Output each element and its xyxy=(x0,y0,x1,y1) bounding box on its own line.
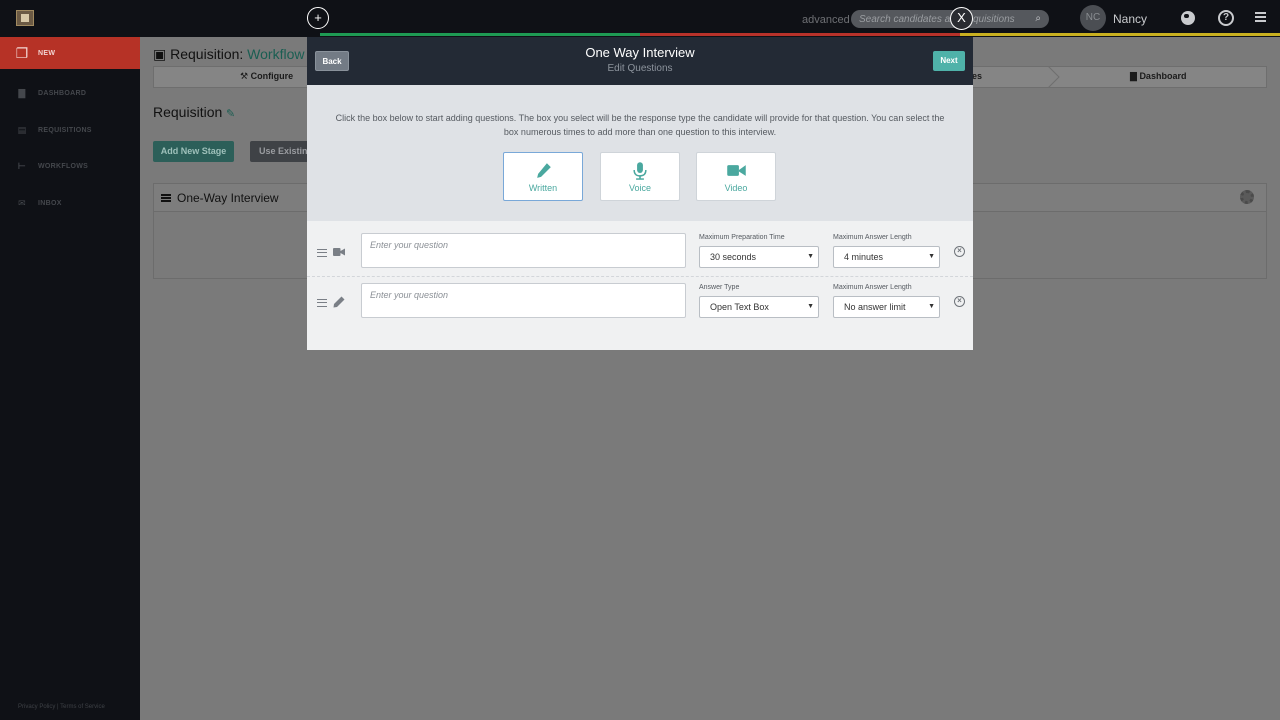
next-button[interactable]: Next xyxy=(933,51,965,71)
sidebar-item-label: WORKFLOWS xyxy=(38,162,89,170)
step-partial[interactable]: es xyxy=(972,71,982,81)
sidebar-item-label: NEW xyxy=(38,49,56,57)
sidebar-item-inbox[interactable]: ✉ INBOX xyxy=(0,187,140,219)
remove-question-icon[interactable]: × xyxy=(954,246,965,257)
question-row: Answer Type Open Text Box ▼ Maximum Answ… xyxy=(307,277,973,327)
bar-chart-icon: ▇ xyxy=(18,87,26,98)
step-configure-label: Configure xyxy=(250,71,294,81)
drag-handle-icon[interactable] xyxy=(317,249,327,257)
answer-type-select[interactable]: Open Text Box ▼ xyxy=(699,296,819,318)
caret-down-icon: ▼ xyxy=(807,303,814,310)
max-preparation-time-select[interactable]: 30 seconds ▼ xyxy=(699,246,819,268)
drag-handle-icon[interactable] xyxy=(317,299,327,307)
pencil-icon xyxy=(537,163,551,178)
gear-icon[interactable] xyxy=(1240,190,1254,204)
voice-type-card[interactable]: Voice xyxy=(600,152,680,201)
max-answer-length-select[interactable]: 4 minutes ▼ xyxy=(833,246,940,268)
page-title: Requisition xyxy=(153,104,223,120)
requisition-header-workflow: Workflow xyxy=(247,46,305,62)
search-icon[interactable]: ⌕ xyxy=(1035,13,1041,24)
progress-stripe-green xyxy=(320,33,640,36)
sidebar: ❐ NEW ▇ DASHBOARD ▤ REQUISITIONS ⊢ WORKF… xyxy=(0,37,140,720)
caret-down-icon: ▼ xyxy=(928,303,935,310)
progress-stripe-yellow xyxy=(960,33,1280,36)
search-input[interactable] xyxy=(859,12,1029,26)
caret-down-icon: ▼ xyxy=(928,253,935,260)
pencil-icon xyxy=(333,296,345,308)
max-answer-length-label: Maximum Answer Length xyxy=(833,284,912,291)
edit-pencil-icon[interactable]: ✎ xyxy=(226,107,235,120)
requisition-header-prefix: Requisition: xyxy=(170,46,244,62)
max-answer-length-label: Maximum Answer Length xyxy=(833,234,912,241)
voice-type-label: Voice xyxy=(628,183,652,193)
video-camera-icon xyxy=(727,165,746,176)
answer-type-label: Answer Type xyxy=(699,284,740,291)
edit-questions-modal: Back One Way Interview Edit Questions Ne… xyxy=(307,37,973,350)
max-preparation-time-label: Maximum Preparation Time xyxy=(699,234,785,241)
question-input[interactable] xyxy=(361,233,686,268)
add-new-stage-button[interactable]: Add New Stage xyxy=(153,141,234,162)
bar-chart-icon: ▇ xyxy=(1130,71,1137,81)
sidebar-item-requisitions[interactable]: ▤ REQUISITIONS xyxy=(0,114,140,146)
user-name[interactable]: Nancy xyxy=(1113,12,1147,26)
step-dashboard-label: Dashboard xyxy=(1139,71,1187,81)
instructions-text: Click the box below to start adding ques… xyxy=(335,113,945,137)
wrench-icon: ⚒ xyxy=(240,71,249,81)
written-type-label: Written xyxy=(528,183,558,193)
sidebar-item-label: DASHBOARD xyxy=(38,89,87,97)
question-input[interactable] xyxy=(361,283,686,318)
video-camera-icon xyxy=(333,248,345,256)
select-value: 4 minutes xyxy=(844,252,884,262)
use-existing-button[interactable]: Use Existing xyxy=(250,141,310,162)
briefcase-icon: ▣ xyxy=(153,46,167,62)
help-icon[interactable]: ? xyxy=(1218,10,1234,26)
step-separator-icon xyxy=(1047,66,1060,88)
requisition-header: ▣ Requisition: Workflow xyxy=(153,46,304,63)
caret-down-icon: ▼ xyxy=(807,253,814,260)
footer-links[interactable]: Privacy Policy | Terms of Service xyxy=(18,704,105,710)
document-icon: ▤ xyxy=(17,124,27,135)
globe-icon[interactable] xyxy=(1181,11,1195,25)
video-type-card[interactable]: Video xyxy=(696,152,776,201)
advanced-search-link[interactable]: advanced xyxy=(802,14,850,26)
modal-title: One Way Interview xyxy=(585,45,695,60)
max-answer-length-select[interactable]: No answer limit ▼ xyxy=(833,296,940,318)
sidebar-item-workflows[interactable]: ⊢ WORKFLOWS xyxy=(0,150,140,182)
select-value: Open Text Box xyxy=(710,302,769,312)
menu-icon[interactable] xyxy=(1255,12,1266,22)
video-type-label: Video xyxy=(724,183,748,193)
question-row: Maximum Preparation Time 30 seconds ▼ Ma… xyxy=(307,227,973,277)
remove-question-icon[interactable]: × xyxy=(954,296,965,307)
workflow-icon: ⊢ xyxy=(17,160,27,171)
new-document-icon: ❐ xyxy=(15,44,29,61)
top-bar: + advanced ⌕ X NC Nancy ? xyxy=(0,0,1280,37)
avatar[interactable]: NC xyxy=(1080,5,1106,31)
step-configure[interactable]: ⚒ Configure xyxy=(240,71,293,82)
envelope-icon: ✉ xyxy=(18,197,26,208)
progress-stripe-red xyxy=(640,33,960,36)
sidebar-item-dashboard[interactable]: ▇ DASHBOARD xyxy=(0,77,140,109)
step-dashboard[interactable]: ▇ Dashboard xyxy=(1130,71,1186,82)
select-value: No answer limit xyxy=(844,302,906,312)
close-modal-button[interactable]: X xyxy=(950,7,973,30)
company-logo[interactable] xyxy=(16,10,34,26)
add-icon[interactable]: + xyxy=(307,7,329,29)
written-type-card[interactable]: Written xyxy=(503,152,583,201)
microphone-icon xyxy=(633,162,647,180)
list-icon xyxy=(161,194,171,202)
sidebar-item-label: INBOX xyxy=(38,199,62,207)
stage-title: One-Way Interview xyxy=(177,191,279,205)
modal-header: Back One Way Interview Edit Questions Ne… xyxy=(307,37,973,85)
select-value: 30 seconds xyxy=(710,252,757,262)
sidebar-item-new[interactable]: ❐ NEW xyxy=(0,37,140,69)
sidebar-item-label: REQUISITIONS xyxy=(38,126,92,134)
modal-subtitle: Edit Questions xyxy=(607,63,673,74)
question-type-panel: Click the box below to start adding ques… xyxy=(307,85,973,221)
